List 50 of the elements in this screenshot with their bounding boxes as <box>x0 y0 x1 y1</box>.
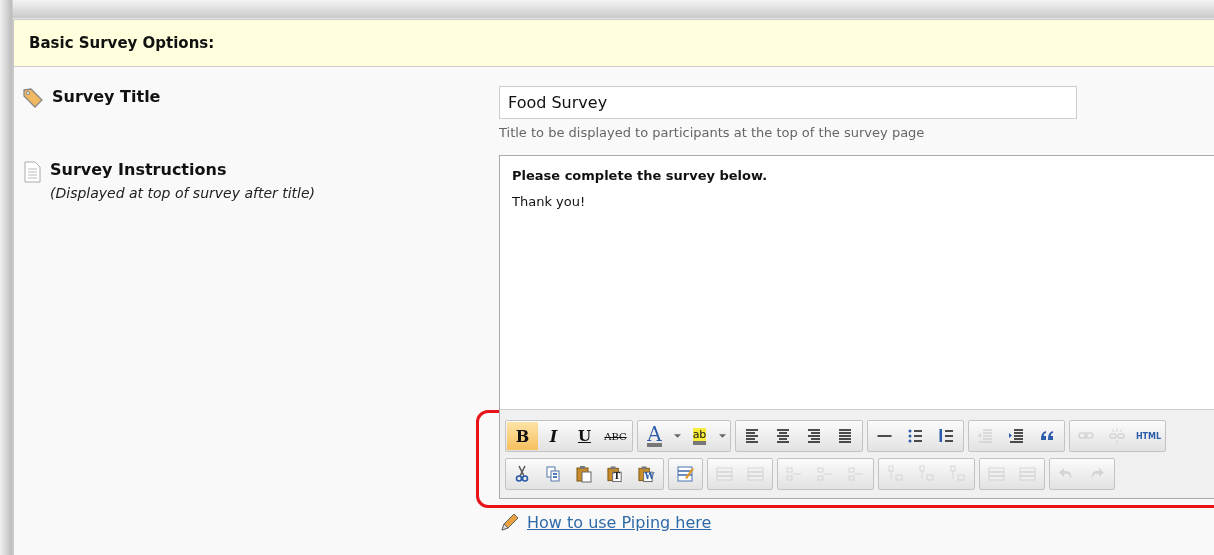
section-title: Basic Survey Options: <box>29 34 215 52</box>
scissors-icon <box>514 465 531 483</box>
field-label: Survey Title <box>52 87 161 106</box>
table-icon <box>1019 465 1036 483</box>
editor-paragraph: Please complete the survey below. <box>512 168 769 183</box>
paste-word-button[interactable]: W <box>631 460 662 488</box>
numbered-list-icon <box>938 427 955 445</box>
table-columns-icon <box>887 465 904 483</box>
rich-text-editor[interactable]: Please complete the survey below. Thank you! B I U ABC A ab HTML T W <box>499 155 1214 499</box>
table-columns-icon <box>918 465 935 483</box>
document-icon <box>22 160 42 184</box>
align-right-icon <box>806 427 823 445</box>
clipboard-icon <box>606 465 624 483</box>
align-left-icon <box>744 427 761 445</box>
font-color-button[interactable]: A <box>639 422 670 450</box>
paste-text-button[interactable]: T <box>600 460 631 488</box>
table-columns-icon <box>949 465 966 483</box>
tag-icon <box>22 87 44 109</box>
table-edit-icon <box>677 465 694 483</box>
caret-icon <box>673 434 681 438</box>
table-icon <box>988 465 1005 483</box>
align-center-icon <box>775 427 792 445</box>
field-hint: Title to be displayed to participants at the top of the survey page <box>499 125 926 140</box>
editor-paragraph: Thank you! <box>512 194 587 209</box>
clipboard-icon <box>576 465 593 483</box>
bold-button[interactable]: B <box>507 422 538 450</box>
copy-icon <box>545 465 562 483</box>
pencil-icon <box>499 511 521 533</box>
clipboard-icon <box>637 465 655 483</box>
indent-icon <box>1008 427 1025 445</box>
strike-button[interactable]: ABC <box>600 422 631 450</box>
table-icon <box>747 465 764 483</box>
title-input[interactable]: Food Survey <box>499 86 1077 119</box>
horizontal-rule-icon <box>876 435 893 437</box>
table-rows-icon <box>848 465 865 483</box>
field-note: (Displayed at top of survey after title) <box>50 185 316 201</box>
field-label: Survey Instructions <box>50 160 228 179</box>
table-icon <box>716 465 733 483</box>
table-rows-icon <box>817 465 834 483</box>
justify-icon <box>837 427 854 445</box>
unlink-icon <box>1109 427 1126 445</box>
html-button[interactable]: HTML <box>1133 422 1164 450</box>
outdent-icon <box>977 427 994 445</box>
bullet-list-icon <box>907 427 924 445</box>
underline-button[interactable]: U <box>569 422 600 450</box>
highlight-button[interactable]: ab <box>684 422 715 450</box>
table-rows-icon <box>786 465 803 483</box>
piping-help-link[interactable]: How to use Piping here <box>527 512 712 532</box>
caret-icon <box>718 434 726 438</box>
italic-button[interactable]: I <box>538 422 569 450</box>
